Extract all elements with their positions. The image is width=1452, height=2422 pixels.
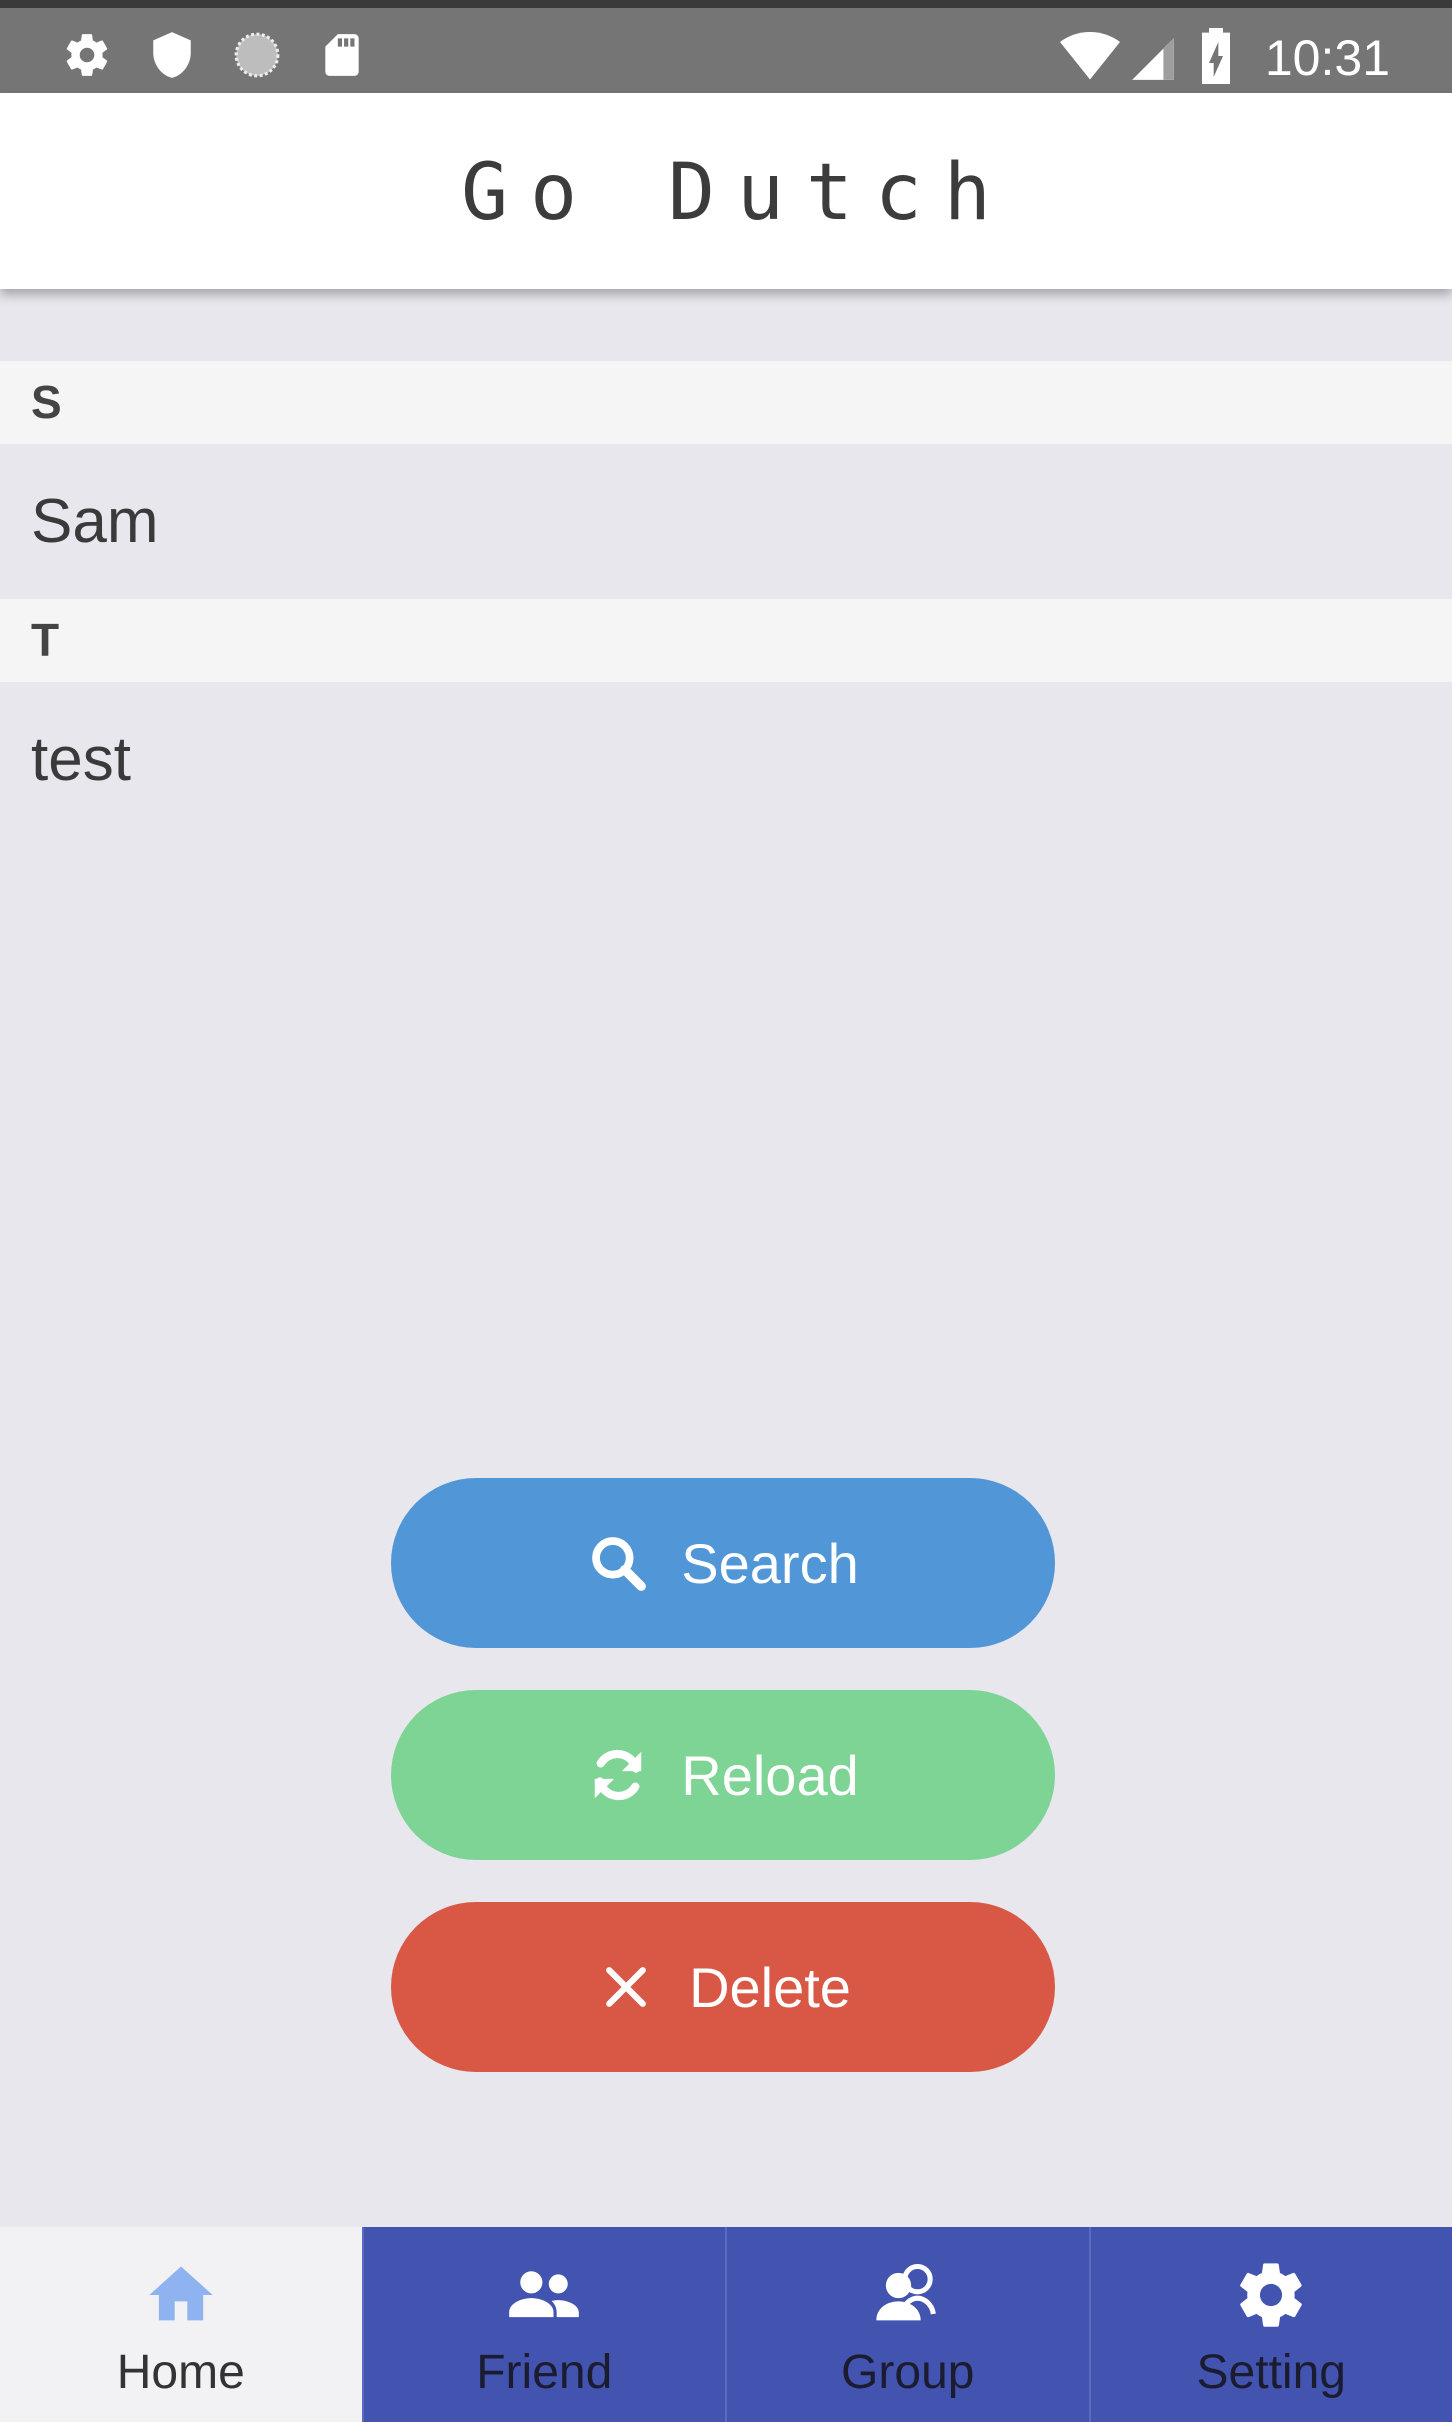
people-icon bbox=[506, 2257, 582, 2333]
group-icon bbox=[870, 2257, 946, 2333]
sync-circle-icon bbox=[232, 30, 282, 80]
page-title: Go Dutch bbox=[461, 148, 1013, 238]
tab-setting[interactable]: Setting bbox=[1088, 2227, 1452, 2422]
contact-list: S Sam T test bbox=[0, 361, 1452, 837]
tab-friend-label: Friend bbox=[476, 2346, 613, 2399]
search-icon bbox=[587, 1532, 649, 1594]
home-icon bbox=[143, 2257, 219, 2333]
sd-card-icon bbox=[317, 30, 367, 80]
cell-signal-icon bbox=[1128, 34, 1178, 84]
status-bar: 10:31 bbox=[0, 0, 1452, 93]
section-header-s: S bbox=[0, 361, 1452, 444]
section-header-t: T bbox=[0, 599, 1452, 682]
reload-button-label: Reload bbox=[681, 1743, 859, 1807]
gear-icon bbox=[1233, 2257, 1309, 2333]
wifi-icon bbox=[1058, 32, 1122, 82]
tab-group[interactable]: Group bbox=[725, 2227, 1089, 2422]
tab-friend[interactable]: Friend bbox=[361, 2227, 725, 2422]
reload-button[interactable]: Reload bbox=[391, 1690, 1055, 1860]
app-screen: 10:31 Go Dutch S Sam T test Search Reloa… bbox=[0, 0, 1452, 2422]
search-button[interactable]: Search bbox=[391, 1478, 1055, 1648]
bottom-navigation: Home Friend Group Setting bbox=[0, 2227, 1452, 2422]
delete-button[interactable]: Delete bbox=[391, 1902, 1055, 2072]
close-icon bbox=[595, 1956, 657, 2018]
settings-icon bbox=[62, 30, 112, 80]
app-bar: Go Dutch bbox=[0, 93, 1452, 289]
battery-charging-icon bbox=[1198, 28, 1238, 84]
shield-icon bbox=[147, 30, 197, 80]
contact-item-sam[interactable]: Sam bbox=[0, 444, 1452, 599]
tab-setting-label: Setting bbox=[1196, 2346, 1346, 2399]
delete-button-label: Delete bbox=[689, 1955, 851, 2019]
refresh-icon bbox=[587, 1744, 649, 1806]
tab-home[interactable]: Home bbox=[0, 2227, 362, 2422]
tab-group-label: Group bbox=[841, 2346, 975, 2399]
status-time: 10:31 bbox=[1264, 30, 1390, 86]
contact-item-test[interactable]: test bbox=[0, 682, 1452, 837]
search-button-label: Search bbox=[681, 1531, 859, 1595]
tab-home-label: Home bbox=[116, 2346, 245, 2399]
